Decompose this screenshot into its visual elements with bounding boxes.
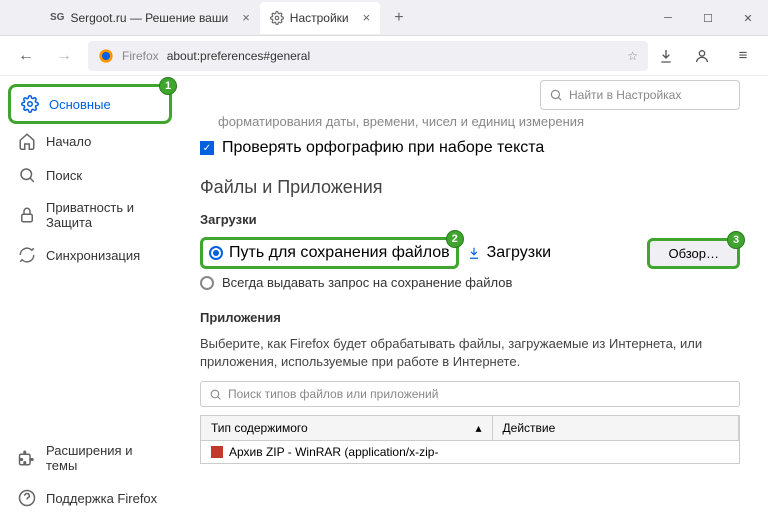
sidebar-item-sync[interactable]: Синхронизация — [8, 238, 172, 272]
toolbar: ← → Firefox about:preferences#general ☆ … — [0, 36, 768, 76]
files-apps-heading: Файлы и Приложения — [200, 177, 740, 198]
download-path-row: Путь для сохранения файлов 2 Загрузки Об… — [200, 237, 740, 269]
downloads-icon[interactable] — [658, 48, 684, 64]
spellcheck-label: Проверять орфографию при наборе текста — [222, 139, 544, 157]
tab-settings[interactable]: Настройки × — [260, 2, 380, 34]
always-ask-label: Всегда выдавать запрос на сохранение фай… — [222, 275, 512, 290]
tab-title: Настройки — [290, 11, 349, 25]
main-panel: Найти в Настройках форматирования даты, … — [180, 76, 768, 523]
always-ask-option[interactable]: Всегда выдавать запрос на сохранение фай… — [200, 275, 740, 290]
sort-arrow-icon: ▴ — [476, 421, 482, 435]
back-button[interactable]: ← — [12, 42, 40, 70]
close-icon[interactable]: × — [363, 10, 371, 25]
download-path-display: Загрузки — [467, 244, 640, 262]
home-icon — [18, 132, 36, 150]
apps-description: Выберите, как Firefox будет обрабатывать… — [200, 335, 740, 371]
sync-icon — [18, 246, 36, 264]
sidebar-item-label: Начало — [46, 134, 91, 149]
tab-strip: SG Sergoot.ru — Решение ваши × Настройки… — [0, 0, 768, 36]
sidebar-item-label: Расширения и темы — [46, 443, 162, 473]
url-label: Firefox — [122, 49, 159, 63]
account-icon[interactable] — [694, 48, 720, 64]
col-label: Действие — [503, 421, 556, 435]
sidebar-item-label: Основные — [49, 97, 111, 112]
sidebar-item-privacy[interactable]: Приватность и Защита — [8, 192, 172, 238]
tab-title: Sergoot.ru — Решение ваши — [70, 11, 228, 25]
radio-unchecked-icon[interactable] — [200, 276, 214, 290]
forward-button[interactable]: → — [50, 42, 78, 70]
window-controls: ─ ☐ ✕ — [648, 0, 768, 36]
save-to-option[interactable]: Путь для сохранения файлов 2 — [200, 237, 459, 269]
sidebar: Основные 1 Начало Поиск Приватность и За… — [0, 76, 180, 523]
firefox-icon — [98, 48, 114, 64]
apps-table: Тип содержимого ▴ Действие Архив ZIP - W… — [200, 415, 740, 464]
apps-filter-input[interactable]: Поиск типов файлов или приложений — [200, 381, 740, 407]
browse-button[interactable]: Обзор… 3 — [647, 238, 740, 269]
sidebar-item-support[interactable]: Поддержка Firefox — [8, 481, 172, 515]
sidebar-item-label: Приватность и Защита — [46, 200, 162, 230]
save-to-label: Путь для сохранения файлов — [229, 244, 450, 262]
sidebar-item-label: Поиск — [46, 168, 82, 183]
maximize-button[interactable]: ☐ — [688, 0, 728, 36]
question-icon — [18, 489, 36, 507]
tab-sergoot[interactable]: SG Sergoot.ru — Решение ваши × — [40, 2, 260, 34]
callout-badge-2: 2 — [446, 230, 464, 248]
gear-icon — [270, 11, 284, 25]
sidebar-item-home[interactable]: Начало — [8, 124, 172, 158]
search-icon — [549, 88, 563, 102]
sidebar-item-search[interactable]: Поиск — [8, 158, 172, 192]
spellcheck-option[interactable]: ✓ Проверять орфографию при наборе текста — [200, 139, 740, 157]
callout-badge-3: 3 — [727, 231, 745, 249]
radio-checked-icon[interactable] — [209, 246, 223, 260]
sidebar-item-general[interactable]: Основные 1 — [8, 84, 172, 124]
close-icon[interactable]: × — [242, 10, 250, 25]
downloads-heading: Загрузки — [200, 212, 740, 227]
sidebar-item-extensions[interactable]: Расширения и темы — [8, 435, 172, 481]
search-icon — [18, 166, 36, 184]
table-row[interactable]: Архив ZIP - WinRAR (application/x-zip- — [201, 441, 739, 463]
truncated-previous-text: форматирования даты, времени, чисел и ед… — [218, 114, 740, 129]
winrar-icon — [211, 446, 223, 458]
callout-badge-1: 1 — [159, 77, 177, 95]
lock-icon — [18, 206, 36, 224]
browse-label: Обзор… — [668, 246, 719, 261]
checkbox-checked-icon[interactable]: ✓ — [200, 141, 214, 155]
gear-icon — [21, 95, 39, 113]
download-folder-name: Загрузки — [487, 244, 551, 262]
apps-heading: Приложения — [200, 310, 740, 325]
menu-icon[interactable]: ≡ — [730, 47, 756, 64]
filter-placeholder: Поиск типов файлов или приложений — [228, 387, 438, 401]
url-bar[interactable]: Firefox about:preferences#general ☆ — [88, 41, 648, 71]
bookmark-star-icon[interactable]: ☆ — [627, 49, 638, 63]
new-tab-button[interactable]: + — [386, 9, 411, 27]
sidebar-bottom: Расширения и темы Поддержка Firefox — [8, 435, 180, 515]
puzzle-icon — [18, 449, 36, 467]
sidebar-item-label: Синхронизация — [46, 248, 140, 263]
table-header: Тип содержимого ▴ Действие — [201, 416, 739, 441]
minimize-button[interactable]: ─ — [648, 0, 688, 36]
settings-search-input[interactable]: Найти в Настройках — [540, 80, 740, 110]
url-text: about:preferences#general — [167, 49, 310, 63]
download-folder-icon — [467, 246, 481, 260]
column-action[interactable]: Действие — [493, 416, 739, 440]
column-content-type[interactable]: Тип содержимого ▴ — [201, 416, 493, 440]
search-icon — [209, 388, 222, 401]
col-label: Тип содержимого — [211, 421, 308, 435]
sidebar-item-label: Поддержка Firefox — [46, 491, 157, 506]
tab-favicon: SG — [50, 12, 64, 23]
content-area: Основные 1 Начало Поиск Приватность и За… — [0, 76, 768, 523]
row-content-type: Архив ZIP - WinRAR (application/x-zip- — [229, 445, 438, 459]
window-close-button[interactable]: ✕ — [728, 0, 768, 36]
search-placeholder: Найти в Настройках — [569, 88, 681, 102]
